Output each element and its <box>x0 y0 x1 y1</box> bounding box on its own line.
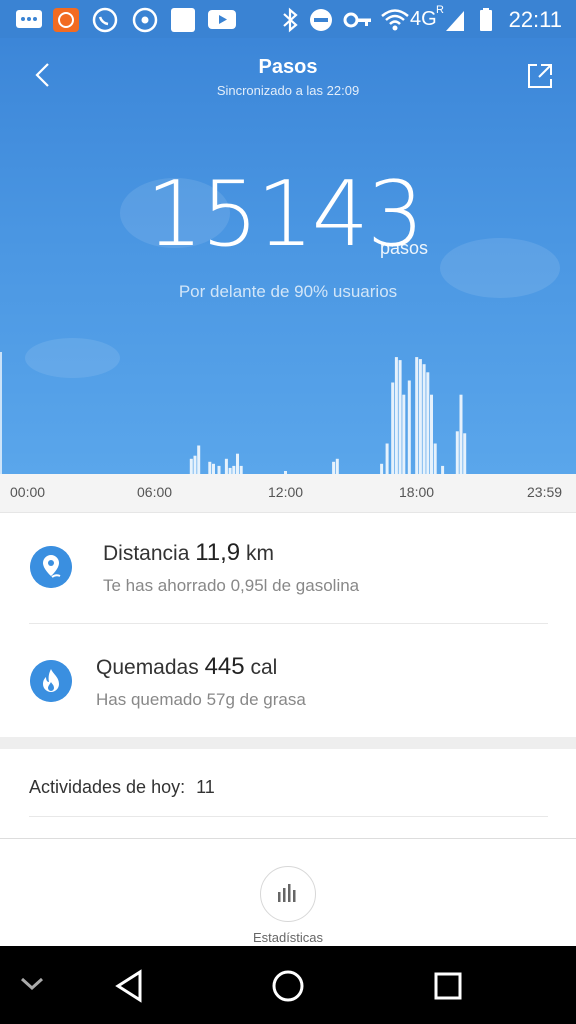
home-circle-icon[interactable] <box>270 968 306 1004</box>
key-icon <box>343 12 371 28</box>
signal-icon <box>446 11 464 31</box>
chart-bar <box>430 394 433 474</box>
chart-bar <box>380 463 384 474</box>
location-pin-icon <box>30 546 72 588</box>
status-bar: 4G R 22:11 <box>0 0 576 38</box>
sync-status: Sincronizado a las 22:09 <box>216 83 360 98</box>
do-not-disturb-icon <box>310 9 332 31</box>
calories-value: 445 <box>204 653 245 680</box>
chart-bar <box>418 359 422 474</box>
chart-bar <box>441 465 445 474</box>
steps-bar-chart <box>0 352 467 474</box>
steps-unit: pasos <box>380 238 429 258</box>
chart-bar <box>433 443 437 474</box>
mi-fit-icon <box>53 8 79 32</box>
wifi-icon <box>381 9 409 31</box>
page-title: Pasos <box>258 56 318 78</box>
chart-bar <box>398 360 402 474</box>
chart-bar <box>217 465 221 474</box>
chart-bar <box>426 372 430 474</box>
activities-row[interactable]: Actividades de hoy: 11 <box>29 777 215 798</box>
whatsapp-icon <box>92 7 118 33</box>
divider <box>0 838 576 839</box>
chart-bar <box>455 431 459 474</box>
chevron-down-icon[interactable] <box>18 974 46 994</box>
chart-bar <box>459 394 463 474</box>
chart-bar <box>394 357 398 474</box>
battery-icon <box>480 8 492 31</box>
chart-bar <box>212 463 215 474</box>
calories-unit: cal <box>250 656 278 679</box>
chart-left-edge <box>0 352 2 474</box>
x-tick-label: 06:00 <box>137 484 173 500</box>
bluetooth-icon <box>283 7 298 33</box>
x-tick-label: 12:00 <box>268 484 304 500</box>
share-icon <box>528 64 552 88</box>
recents-square-icon[interactable] <box>432 970 464 1002</box>
activities-count: 11 <box>196 777 215 797</box>
bar-chart-icon <box>278 884 296 902</box>
chart-bar <box>208 461 212 474</box>
chart-bar <box>402 394 406 474</box>
record-icon <box>132 7 158 33</box>
chart-bar <box>236 453 239 474</box>
calories-label: Quemadas <box>96 656 199 679</box>
clock: 22:11 <box>508 7 562 32</box>
chart-bar <box>239 465 243 474</box>
flame-icon <box>30 660 72 702</box>
network-type: 4G <box>410 8 437 30</box>
activities-label: Actividades de hoy: <box>29 777 186 797</box>
youtube-icon <box>208 10 236 29</box>
blank-app-icon <box>171 8 195 32</box>
chart-bar <box>232 465 236 474</box>
chart-bar <box>224 458 228 474</box>
distance-unit: km <box>246 542 274 565</box>
back-triangle-icon[interactable] <box>112 968 146 1004</box>
share-button[interactable] <box>526 62 554 90</box>
roaming-indicator: R <box>436 4 444 16</box>
calories-main: Quemadas 445 cal <box>96 653 277 681</box>
message-icon <box>16 10 42 28</box>
distance-value: 11,9 <box>195 539 241 566</box>
divider <box>29 816 548 817</box>
time-axis: 00:00 06:00 12:00 18:00 23:59 <box>0 474 576 513</box>
chart-bar <box>407 380 411 474</box>
chart-bar <box>335 458 339 474</box>
chart-bar <box>415 357 419 474</box>
chart-bar <box>189 458 193 474</box>
x-tick-label: 18:00 <box>399 484 435 500</box>
chart-bar <box>332 461 336 474</box>
distance-main: Distancia 11,9 km <box>103 539 274 567</box>
statistics-label: Estadísticas <box>252 930 324 945</box>
chart-bar <box>385 443 389 474</box>
chart-bar <box>422 364 426 474</box>
x-tick-label: 23:59 <box>527 484 563 500</box>
chart-bar <box>463 433 467 474</box>
distance-note: Te has ahorrado 0,95l de gasolina <box>103 576 360 595</box>
distance-label: Distancia <box>103 542 190 565</box>
ranking-text: Por delante de 90% usuarios <box>178 282 398 301</box>
calories-note: Has quemado 57g de grasa <box>96 690 306 709</box>
chart-bar <box>197 445 201 474</box>
chart-bar <box>391 382 395 474</box>
divider <box>29 623 548 624</box>
statistics-button[interactable] <box>260 866 316 922</box>
navigation-bar <box>0 946 576 1024</box>
section-gap <box>0 737 576 749</box>
x-tick-label: 00:00 <box>10 484 46 500</box>
chart-bar <box>193 455 197 474</box>
steps-header: Pasos Sincronizado a las 22:09 15143 pas… <box>0 38 576 474</box>
